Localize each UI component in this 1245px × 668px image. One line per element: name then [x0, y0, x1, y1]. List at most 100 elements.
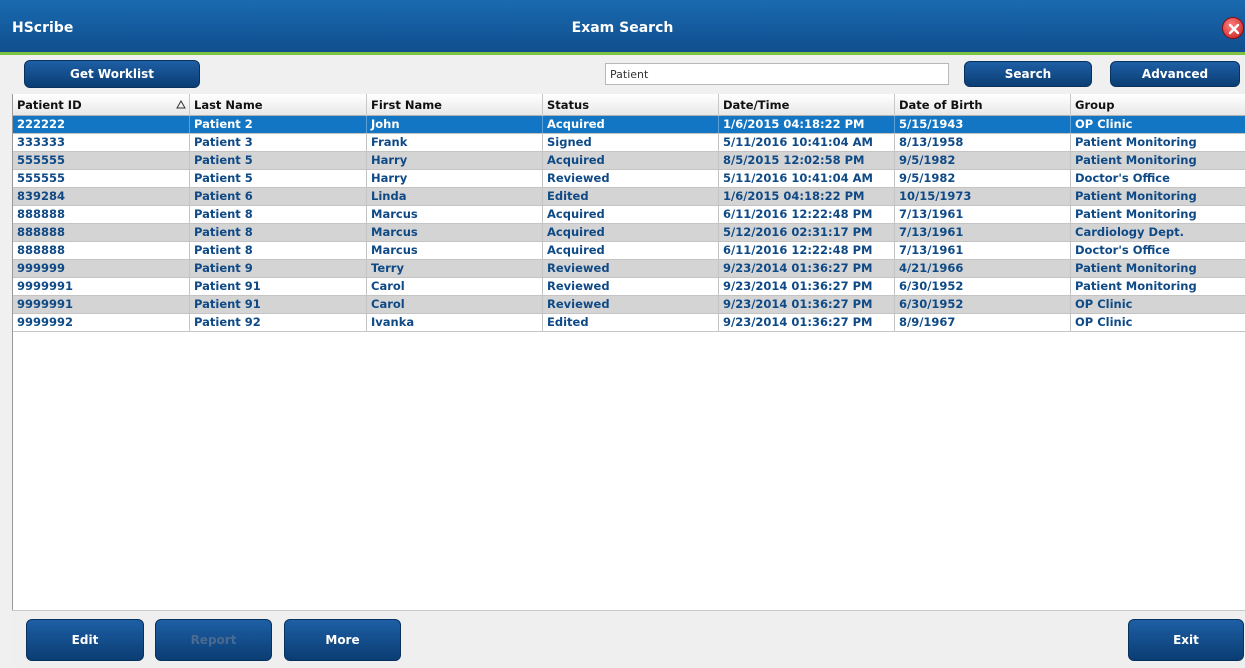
last-name-cell: Patient 8	[190, 242, 367, 259]
table-row[interactable]: 839284 Patient 6 Linda Edited 1/6/2015 04:18…	[13, 188, 1245, 206]
date-of-birth-cell: 5/15/1943	[895, 116, 1071, 133]
table-row[interactable]: 9999992 Patient 92 Ivanka Edited 9/23/2014 0…	[13, 314, 1245, 332]
first-name-cell: Harry	[367, 170, 543, 187]
title-bar: HScribe Exam Search	[0, 0, 1245, 52]
group-cell: Patient Monitoring	[1071, 152, 1245, 169]
window-title: Exam Search	[571, 20, 674, 36]
status-cell: Reviewed	[543, 170, 719, 187]
last-name-cell: Patient 8	[190, 224, 367, 241]
exam-grid[interactable]: Patient ID Last Name First Name Status D…	[12, 94, 1245, 610]
table-row[interactable]: 999999 Patient 9 Terry Reviewed 9/23/2014 01…	[13, 260, 1245, 278]
first-name-cell: Carol	[367, 296, 543, 313]
last-name-cell: Patient 6	[190, 188, 367, 205]
app-name: HScribe	[12, 20, 74, 36]
column-header-patient-id[interactable]: Patient ID	[13, 94, 190, 116]
patient-id-cell: 839284	[13, 188, 190, 205]
edit-button[interactable]: Edit	[26, 619, 144, 661]
status-cell: Acquired	[543, 206, 719, 223]
date-of-birth-cell: 7/13/1961	[895, 206, 1071, 223]
table-row[interactable]: 888888 Patient 8 Marcus Acquired 6/11/2016 1…	[13, 206, 1245, 224]
exit-button[interactable]: Exit	[1128, 619, 1244, 661]
last-name-cell: Patient 92	[190, 314, 367, 331]
first-name-cell: Marcus	[367, 224, 543, 241]
status-cell: Edited	[543, 188, 719, 205]
patient-id-cell: 555555	[13, 170, 190, 187]
column-header-date-of-birth[interactable]: Date of Birth	[895, 94, 1071, 116]
last-name-cell: Patient 3	[190, 134, 367, 151]
date-of-birth-cell: 7/13/1961	[895, 224, 1071, 241]
patient-id-cell: 555555	[13, 152, 190, 169]
last-name-cell: Patient 5	[190, 152, 367, 169]
status-cell: Signed	[543, 134, 719, 151]
status-cell: Acquired	[543, 242, 719, 259]
group-cell: Patient Monitoring	[1071, 260, 1245, 277]
table-row[interactable]: 333333 Patient 3 Frank Signed 5/11/2016 10:4…	[13, 134, 1245, 152]
date-of-birth-cell: 10/15/1973	[895, 188, 1071, 205]
date-time-cell: 9/23/2014 01:36:27 PM	[719, 278, 895, 295]
column-header-first-name[interactable]: First Name	[367, 94, 543, 116]
date-time-cell: 8/5/2015 12:02:58 PM	[719, 152, 895, 169]
patient-id-cell: 222222	[13, 116, 190, 133]
group-cell: Patient Monitoring	[1071, 206, 1245, 223]
table-row[interactable]: 9999991 Patient 91 Carol Reviewed 9/23/2014 …	[13, 278, 1245, 296]
column-header-date-time[interactable]: Date/Time	[719, 94, 895, 116]
table-row[interactable]: 555555 Patient 5 Harry Acquired 8/5/2015 12:…	[13, 152, 1245, 170]
date-time-cell: 6/11/2016 12:22:48 PM	[719, 206, 895, 223]
date-of-birth-cell: 9/5/1982	[895, 170, 1071, 187]
date-of-birth-cell: 8/9/1967	[895, 314, 1071, 331]
status-cell: Reviewed	[543, 260, 719, 277]
patient-id-cell: 888888	[13, 224, 190, 241]
more-button[interactable]: More	[284, 619, 401, 661]
title-accent-line	[0, 52, 1245, 55]
status-cell: Edited	[543, 314, 719, 331]
column-header-last-name[interactable]: Last Name	[190, 94, 367, 116]
advanced-button[interactable]: Advanced	[1110, 61, 1240, 87]
exam-search-window: HScribe Exam Search Get Worklist Search …	[0, 0, 1245, 668]
table-row[interactable]: 9999991 Patient 91 Carol Reviewed 9/23/2014 …	[13, 296, 1245, 314]
status-cell: Reviewed	[543, 296, 719, 313]
last-name-cell: Patient 2	[190, 116, 367, 133]
date-time-cell: 6/11/2016 12:22:48 PM	[719, 242, 895, 259]
table-row[interactable]: 555555 Patient 5 Harry Reviewed 5/11/2016 10…	[13, 170, 1245, 188]
last-name-cell: Patient 9	[190, 260, 367, 277]
table-row[interactable]: 222222 Patient 2 John Acquired 1/6/2015 04:1…	[13, 116, 1245, 134]
group-cell: Doctor's Office	[1071, 170, 1245, 187]
first-name-cell: Carol	[367, 278, 543, 295]
status-cell: Acquired	[543, 152, 719, 169]
column-header-group[interactable]: Group	[1071, 94, 1245, 116]
date-of-birth-cell: 6/30/1952	[895, 278, 1071, 295]
patient-id-cell: 9999991	[13, 296, 190, 313]
group-cell: OP Clinic	[1071, 314, 1245, 331]
table-row[interactable]: 888888 Patient 8 Marcus Acquired 6/11/2016 1…	[13, 242, 1245, 260]
first-name-cell: Marcus	[367, 242, 543, 259]
date-time-cell: 1/6/2015 04:18:22 PM	[719, 116, 895, 133]
patient-id-cell: 9999991	[13, 278, 190, 295]
last-name-cell: Patient 91	[190, 296, 367, 313]
grid-rows: 222222 Patient 2 John Acquired 1/6/2015 04:1…	[13, 116, 1245, 332]
get-worklist-button[interactable]: Get Worklist	[24, 60, 200, 88]
patient-id-cell: 888888	[13, 206, 190, 223]
column-header-status[interactable]: Status	[543, 94, 719, 116]
close-button[interactable]	[1222, 17, 1244, 39]
status-cell: Acquired	[543, 116, 719, 133]
group-cell: OP Clinic	[1071, 296, 1245, 313]
first-name-cell: John	[367, 116, 543, 133]
date-of-birth-cell: 9/5/1982	[895, 152, 1071, 169]
patient-id-cell: 9999992	[13, 314, 190, 331]
date-of-birth-cell: 6/30/1952	[895, 296, 1071, 313]
group-cell: Patient Monitoring	[1071, 188, 1245, 205]
search-input[interactable]	[605, 63, 949, 85]
first-name-cell: Harry	[367, 152, 543, 169]
close-icon	[1228, 23, 1240, 35]
table-row[interactable]: 888888 Patient 8 Marcus Acquired 5/12/2016 0…	[13, 224, 1245, 242]
date-time-cell: 5/11/2016 10:41:04 AM	[719, 134, 895, 151]
date-of-birth-cell: 4/21/1966	[895, 260, 1071, 277]
date-of-birth-cell: 8/13/1958	[895, 134, 1071, 151]
report-button[interactable]: Report	[155, 619, 272, 661]
first-name-cell: Frank	[367, 134, 543, 151]
sort-ascending-icon	[176, 100, 186, 109]
date-of-birth-cell: 7/13/1961	[895, 242, 1071, 259]
search-button[interactable]: Search	[964, 61, 1092, 87]
group-cell: Patient Monitoring	[1071, 134, 1245, 151]
date-time-cell: 9/23/2014 01:36:27 PM	[719, 296, 895, 313]
